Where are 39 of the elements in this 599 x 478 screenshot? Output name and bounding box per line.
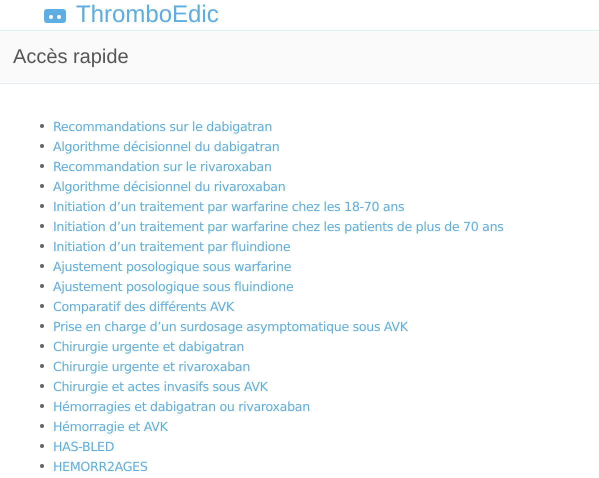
quick-link[interactable]: Initiation d’un traitement par warfarine chez les patients de plus de 70 ans — [53, 218, 504, 234]
bullet-icon — [40, 404, 44, 408]
bullet-icon — [40, 224, 44, 228]
logo-icon — [44, 7, 66, 23]
quick-link[interactable]: Chirurgie urgente et rivaroxaban — [53, 358, 250, 374]
bullet-icon — [40, 384, 44, 388]
quick-link[interactable]: Prise en charge d’un surdosage asymptomatique sous AVK — [53, 318, 408, 334]
quick-link[interactable]: Hémorragies et dabigatran ou rivaroxaban — [53, 398, 310, 414]
quick-link[interactable]: Recommandations sur le dabigatran — [53, 118, 272, 134]
quick-link[interactable]: Algorithme décisionnel du dabigatran — [53, 138, 280, 154]
bullet-icon — [40, 304, 44, 308]
bullet-icon — [40, 264, 44, 268]
quick-link[interactable]: Chirurgie et actes invasifs sous AVK — [53, 378, 268, 394]
bullet-icon — [40, 164, 44, 168]
quick-link[interactable]: Ajustement posologique sous warfarine — [53, 258, 292, 274]
bullet-icon — [40, 344, 44, 348]
bullet-icon — [40, 444, 44, 448]
quick-link[interactable]: Chirurgie urgente et dabigatran — [53, 338, 244, 354]
quick-link[interactable]: HAS-BLED — [53, 438, 114, 454]
site-title[interactable]: ThromboEdic — [76, 1, 219, 29]
bullet-icon — [40, 284, 44, 288]
bullet-icon — [40, 244, 44, 248]
bullet-icon — [40, 124, 44, 128]
quick-link[interactable]: Recommandation sur le rivaroxaban — [53, 158, 272, 174]
section-title: Accès rapide — [13, 46, 129, 68]
quick-link[interactable]: Algorithme décisionnel du rivaroxaban — [53, 178, 286, 194]
bullet-icon — [40, 364, 44, 368]
bullet-icon — [40, 144, 44, 148]
bullet-icon — [40, 204, 44, 208]
quick-link[interactable]: Ajustement posologique sous fluindione — [53, 278, 294, 294]
quick-link[interactable]: Initiation d’un traitement par fluindione — [53, 238, 290, 254]
bullet-icon — [40, 424, 44, 428]
quick-link[interactable]: Hémorragie et AVK — [53, 418, 168, 434]
quick-link[interactable]: HEMORR2AGES — [53, 458, 148, 474]
bullet-icon — [40, 324, 44, 328]
bullet-icon — [40, 464, 44, 468]
bullet-icon — [40, 184, 44, 188]
quick-link[interactable]: Initiation d’un traitement par warfarine chez les 18-70 ans — [53, 198, 404, 214]
quick-link[interactable]: Comparatif des différents AVK — [53, 298, 234, 314]
